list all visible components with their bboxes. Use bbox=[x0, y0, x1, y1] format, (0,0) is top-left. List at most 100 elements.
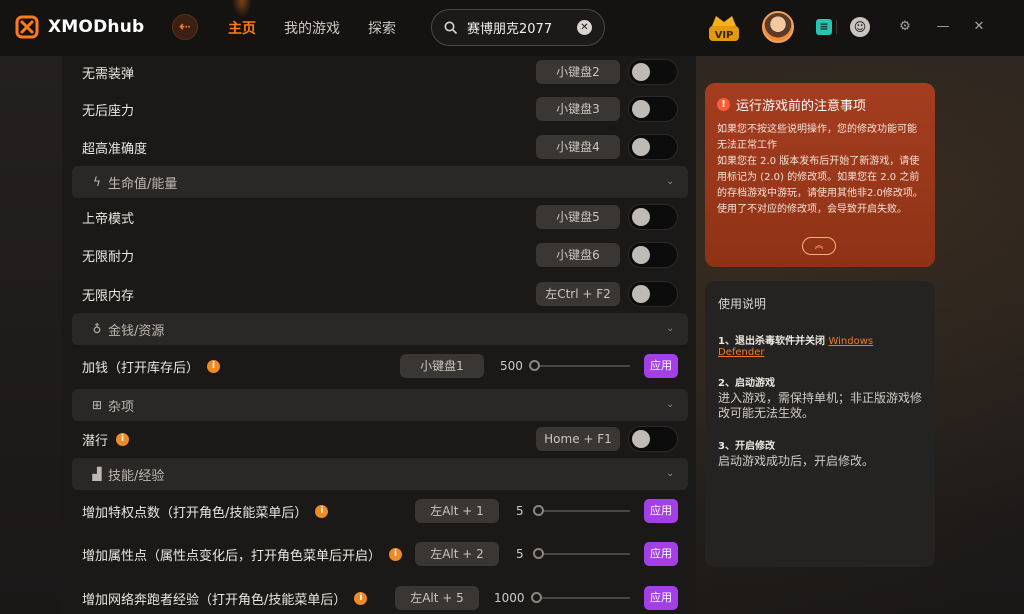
mod-row: 无限耐力 小键盘6 bbox=[62, 237, 696, 273]
slider-handle[interactable] bbox=[529, 360, 540, 371]
logo[interactable]: XMODhub bbox=[14, 14, 144, 40]
clear-search-icon[interactable]: ✕ bbox=[577, 20, 592, 35]
mod-row: 上帝模式 小键盘5 bbox=[62, 199, 696, 235]
info-icon[interactable]: i bbox=[389, 547, 403, 561]
nav-home[interactable]: 主页 bbox=[228, 0, 256, 38]
slider-value: 5 bbox=[516, 547, 524, 561]
mod-row: 无需装弹 小键盘2 bbox=[62, 56, 696, 90]
minimize-icon[interactable]: — bbox=[935, 19, 951, 35]
guide-step2-body: 进入游戏，需保持单机；非正版游戏修改可能无法生效。 bbox=[718, 391, 923, 420]
mod-toggle[interactable] bbox=[628, 204, 678, 230]
section-money-resources[interactable]: ♁ 金钱/资源 ⌄ bbox=[72, 313, 688, 345]
mod-label: 加钱（打开库存后） i bbox=[82, 357, 221, 376]
mod-toggle[interactable] bbox=[628, 281, 678, 307]
collapse-button[interactable]: ︽ bbox=[802, 237, 836, 255]
search-input[interactable]: 赛博朋克2077 bbox=[467, 18, 552, 37]
app-icon[interactable]: ≡ bbox=[816, 19, 832, 35]
hotkey-badge[interactable]: Home + F1 bbox=[536, 427, 620, 451]
mod-label: 无需装弹 bbox=[82, 66, 135, 82]
slider-handle[interactable] bbox=[533, 548, 544, 559]
apply-button[interactable]: 应用 bbox=[644, 542, 678, 566]
guide-step3-title: 3、开启修改 bbox=[718, 441, 775, 452]
mod-row: 无限内存 左Ctrl + F2 bbox=[62, 276, 696, 312]
apply-button[interactable]: 应用 bbox=[644, 499, 678, 523]
info-icon[interactable]: i bbox=[116, 432, 130, 446]
nav-my-games[interactable]: 我的游戏 bbox=[284, 18, 340, 38]
slider-track[interactable] bbox=[538, 510, 630, 512]
hotkey-badge[interactable]: 左Alt + 1 bbox=[415, 499, 499, 523]
notice-paragraph: 如果您不按这些说明操作，您的修改功能可能无法正常工作 bbox=[717, 124, 917, 151]
mod-toggle[interactable] bbox=[628, 96, 678, 122]
mod-label: 增加特权点数（打开角色/技能菜单后） i bbox=[82, 502, 329, 521]
back-button[interactable]: ⇠ bbox=[172, 14, 198, 40]
vip-badge[interactable]: VIP bbox=[706, 12, 742, 44]
guide-step-title: 1、退出杀毒软件并关闭 Windows Defender bbox=[718, 332, 922, 358]
slider-track[interactable] bbox=[534, 365, 630, 367]
hotkey-badge[interactable]: 小键盘5 bbox=[536, 205, 620, 229]
notice-body: 如果您不按这些说明操作，您的修改功能可能无法正常工作 如果您在 2.0 版本发布… bbox=[717, 122, 923, 218]
hotkey-badge[interactable]: 小键盘2 bbox=[536, 60, 620, 84]
close-icon[interactable]: ✕ bbox=[971, 19, 987, 35]
chevron-down-icon: ⌄ bbox=[666, 323, 675, 334]
guide-title: 使用说明 bbox=[718, 297, 767, 311]
mod-toggle[interactable] bbox=[628, 242, 678, 268]
hotkey-badge[interactable]: 小键盘1 bbox=[400, 354, 484, 378]
slider-handle[interactable] bbox=[531, 592, 542, 603]
main-nav: 主页 我的游戏 探索 bbox=[228, 0, 424, 38]
info-icon[interactable]: i bbox=[207, 359, 221, 373]
mod-row: 潜行 i Home + F1 bbox=[62, 421, 696, 457]
slider-handle[interactable] bbox=[533, 505, 544, 516]
chevron-up-icon: ︽ bbox=[814, 241, 824, 251]
section-health-energy[interactable]: ϟ 生命值/能量 ⌄ bbox=[72, 166, 688, 198]
mod-label: 超高准确度 bbox=[82, 141, 148, 157]
usage-guide: 使用说明 1、退出杀毒软件并关闭 Windows Defender 2、启动游戏… bbox=[705, 281, 935, 567]
mod-toggle[interactable] bbox=[628, 59, 678, 85]
section-title: 生命值/能量 bbox=[108, 176, 178, 192]
top-bar: XMODhub ⇠ 主页 我的游戏 探索 赛博朋克2077 ✕ VIP ≡ ☺ … bbox=[0, 0, 1024, 56]
mod-label-text: 增加特权点数（打开角色/技能菜单后） bbox=[82, 505, 308, 521]
hotkey-badge[interactable]: 小键盘4 bbox=[536, 135, 620, 159]
xmod-logo-icon bbox=[14, 14, 40, 40]
mod-row: 无后座力 小键盘3 bbox=[62, 91, 696, 127]
chevron-down-icon: ⌄ bbox=[666, 176, 675, 187]
section-misc[interactable]: ⊞ 杂项 ⌄ bbox=[72, 389, 688, 421]
mod-label-text: 潜行 bbox=[82, 433, 109, 449]
slider-value: 5 bbox=[516, 504, 524, 518]
mod-label: 无后座力 bbox=[82, 103, 135, 119]
mod-row: 增加网络奔跑者经验（打开角色/技能菜单后） i 左Alt + 5 1000 应用 bbox=[62, 580, 696, 614]
section-skills-exp[interactable]: ▟ 技能/经验 ⌄ bbox=[72, 458, 688, 490]
nav-explore[interactable]: 探索 bbox=[368, 18, 396, 38]
support-icon[interactable]: ☺ bbox=[850, 17, 870, 37]
mod-label-text: 增加属性点（属性点变化后，打开角色菜单后开启） bbox=[82, 548, 382, 564]
mod-toggle[interactable] bbox=[628, 426, 678, 452]
money-bag-icon: ♁ bbox=[92, 322, 102, 336]
mod-label: 无限耐力 bbox=[82, 249, 135, 265]
avatar[interactable] bbox=[762, 11, 794, 43]
vip-label: VIP bbox=[715, 30, 734, 41]
search-box[interactable]: 赛博朋克2077 ✕ bbox=[431, 9, 605, 46]
hotkey-badge[interactable]: 小键盘6 bbox=[536, 243, 620, 267]
section-title: 金钱/资源 bbox=[108, 323, 165, 339]
slider-track[interactable] bbox=[536, 597, 630, 599]
bar-chart-icon: ▟ bbox=[92, 467, 102, 481]
apply-button[interactable]: 应用 bbox=[644, 354, 678, 378]
guide-step2-title: 2、启动游戏 bbox=[718, 378, 775, 389]
info-icon[interactable]: i bbox=[315, 504, 329, 518]
mod-toggle[interactable] bbox=[628, 134, 678, 160]
hotkey-badge[interactable]: 左Alt + 2 bbox=[415, 542, 499, 566]
slider-track[interactable] bbox=[538, 553, 630, 555]
mod-label-text: 加钱（打开库存后） bbox=[82, 360, 200, 376]
slider-value: 500 bbox=[500, 359, 523, 373]
hotkey-badge[interactable]: 左Alt + 5 bbox=[395, 586, 479, 610]
warning-icon: ! bbox=[717, 98, 730, 111]
apply-button[interactable]: 应用 bbox=[644, 586, 678, 610]
hotkey-badge[interactable]: 左Ctrl + F2 bbox=[536, 282, 620, 306]
lightning-icon: ϟ bbox=[93, 175, 101, 189]
back-arrow-icon: ⇠ bbox=[179, 19, 191, 35]
section-title: 技能/经验 bbox=[108, 468, 165, 484]
info-icon[interactable]: i bbox=[354, 591, 368, 605]
settings-icon[interactable]: ⚙ bbox=[897, 19, 913, 35]
mod-label: 无限内存 bbox=[82, 288, 135, 304]
hotkey-badge[interactable]: 小键盘3 bbox=[536, 97, 620, 121]
pre-launch-notice: ! 运行游戏前的注意事项 如果您不按这些说明操作，您的修改功能可能无法正常工作 … bbox=[705, 83, 935, 267]
